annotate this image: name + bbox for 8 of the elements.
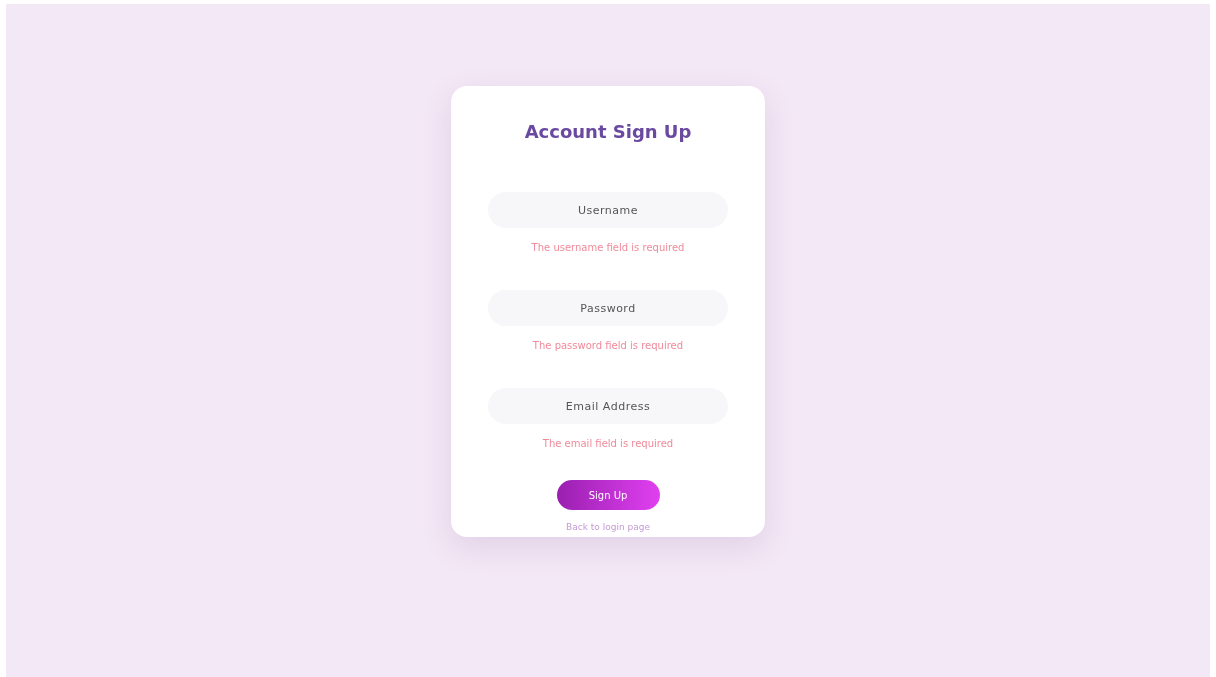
input-field[interactable]: Email Address (488, 388, 728, 424)
input-field[interactable]: Username (488, 192, 728, 228)
form-title: Account Sign Up (524, 120, 692, 144)
error-message: The email field is required (542, 438, 674, 450)
sign-up-button[interactable]: Sign Up (556, 480, 660, 510)
error-message: The username field is required (531, 242, 685, 254)
input-field[interactable]: Password (488, 290, 728, 326)
error-message: The password field is required (532, 340, 684, 352)
